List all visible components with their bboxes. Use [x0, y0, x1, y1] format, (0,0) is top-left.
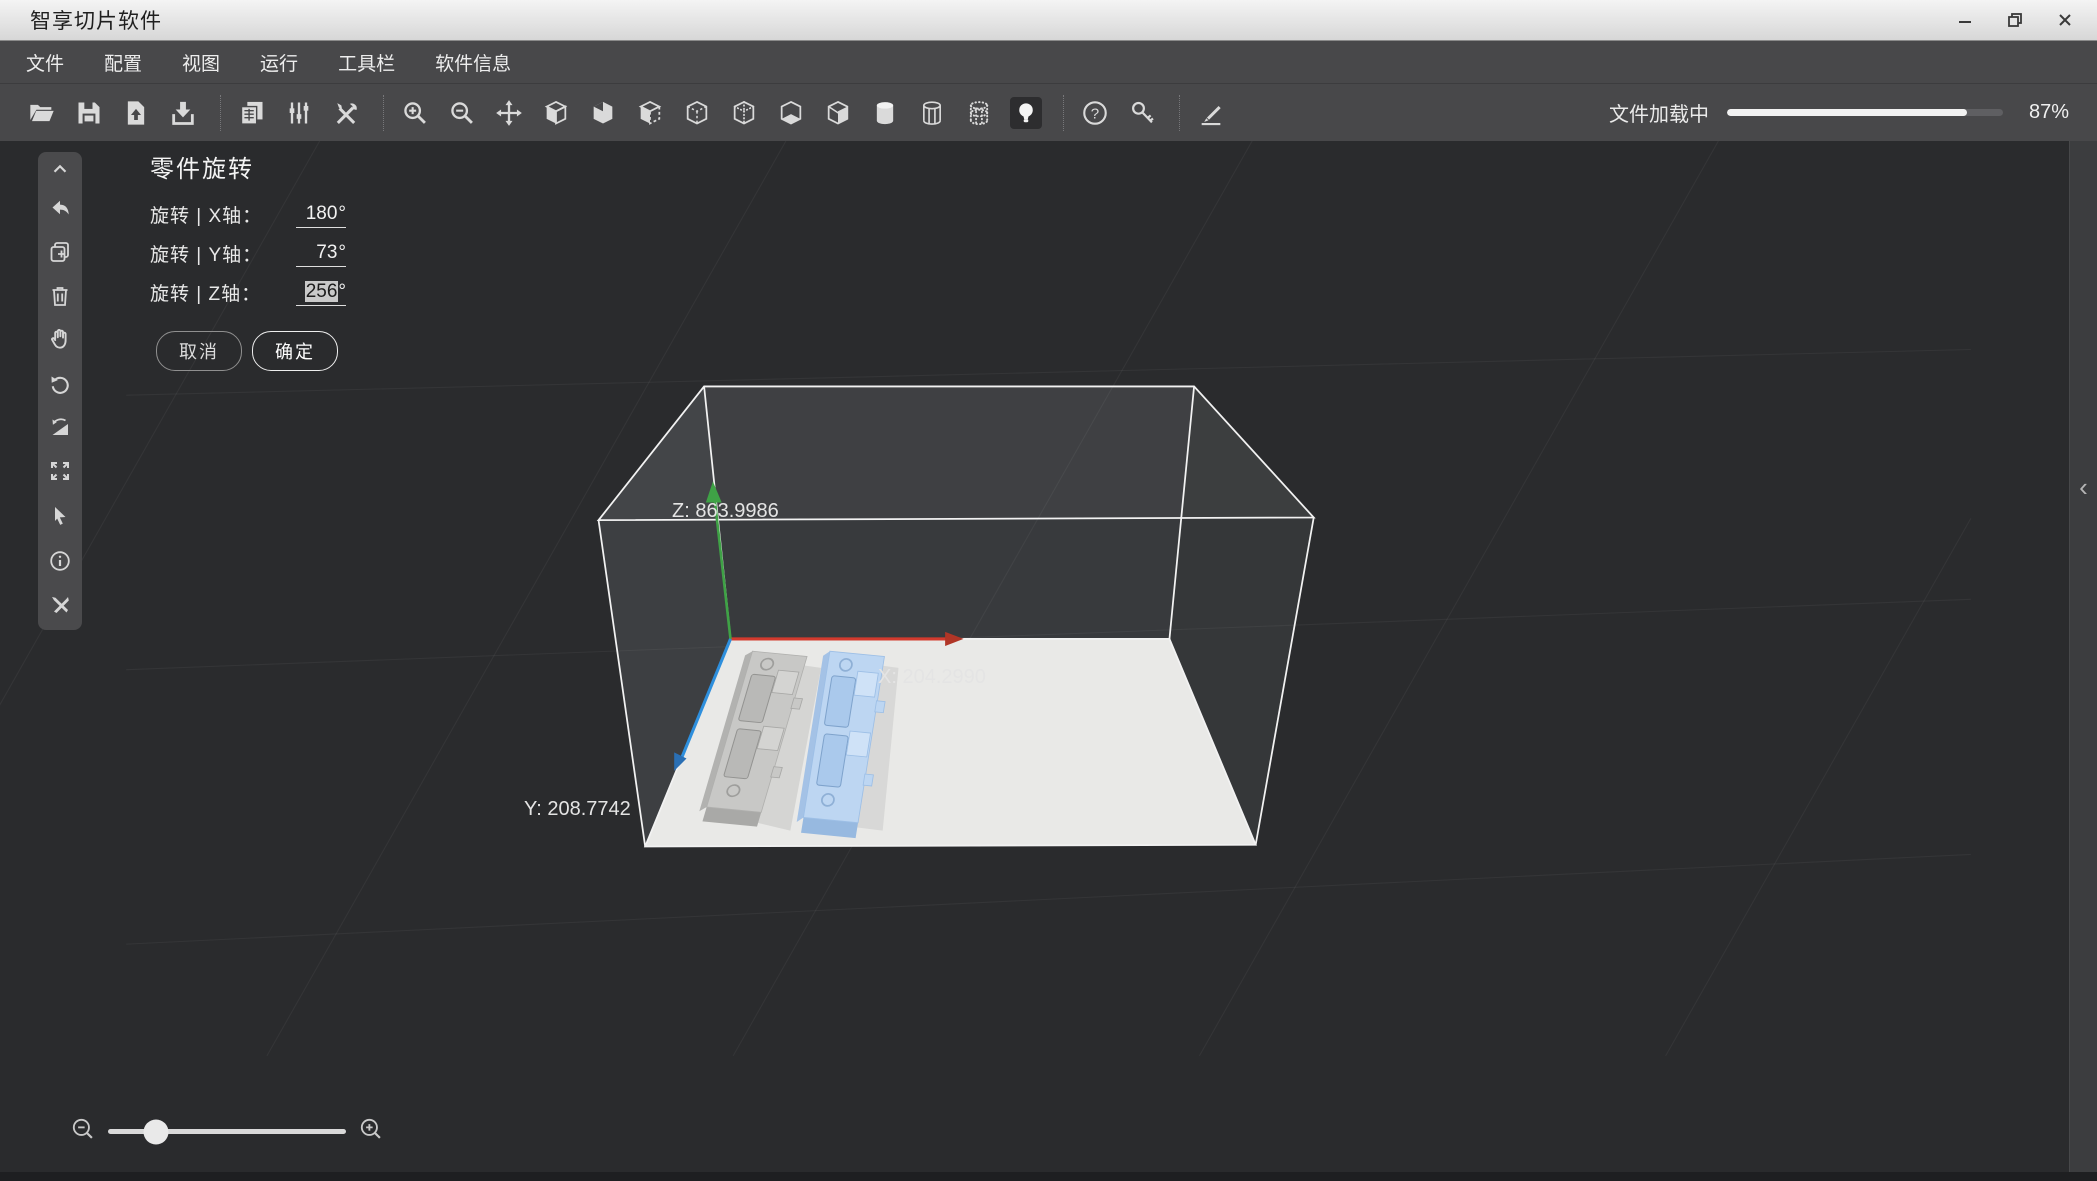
zoom-slider[interactable] [108, 1119, 346, 1144]
restore-icon [2008, 13, 2022, 27]
select-cursor-icon[interactable] [48, 504, 72, 528]
loading-label: 文件加载中 [1609, 104, 1709, 126]
viewport-zoom-control [70, 1116, 384, 1147]
mirror-flip-icon[interactable] [48, 416, 72, 440]
axis-label-y: Y: 208.7742 [524, 798, 631, 820]
zoom-out-icon[interactable] [446, 97, 478, 129]
rotation-z-label: 旋转 | Z轴： [150, 284, 262, 305]
zoom-out-icon[interactable] [70, 1116, 96, 1147]
zoom-slider-thumb[interactable] [143, 1119, 169, 1144]
svg-text:?: ? [1091, 105, 1099, 122]
move-model-icon[interactable] [493, 97, 525, 129]
info-icon[interactable] [48, 549, 72, 573]
menu-bar: 文件 配置 视图 运行 工具栏 软件信息 [0, 41, 2097, 84]
rotation-row-x: 旋转 | X轴： 180° [150, 201, 346, 228]
tools-settings-icon[interactable] [330, 97, 362, 129]
file-loading-status: 文件加载中 87% [1609, 84, 2069, 141]
side-toolbar [38, 152, 82, 630]
undo-icon[interactable] [48, 197, 72, 221]
menu-software-info[interactable]: 软件信息 [415, 41, 531, 83]
open-file-icon[interactable] [26, 97, 58, 129]
title-bar: 智享切片软件 [0, 0, 2097, 41]
menu-file[interactable]: 文件 [0, 41, 84, 83]
view-cube-solid-icon[interactable] [540, 97, 572, 129]
light-toggle-icon[interactable] [1010, 96, 1042, 129]
view-open-box-icon[interactable] [634, 97, 666, 129]
toolbar-separator [1063, 94, 1065, 131]
duplicate-add-icon[interactable] [48, 240, 72, 264]
axis-label-x: X: 204.2990 [878, 666, 986, 688]
bottom-edge-bar [0, 1172, 2097, 1181]
rotation-x-input[interactable]: 180° [296, 203, 346, 228]
rotation-x-label: 旋转 | X轴： [150, 206, 263, 227]
part-rotation-panel: 零件旋转 旋转 | X轴： 180° 旋转 | Y轴： 73° 旋转 | Z轴：… [150, 149, 346, 371]
minimize-button[interactable] [1951, 6, 1979, 34]
menu-config[interactable]: 配置 [84, 41, 162, 83]
window-controls [1951, 0, 2079, 40]
selected-value: 256 [304, 281, 339, 302]
loading-percent: 87% [2028, 101, 2069, 123]
help-icon[interactable]: ? [1079, 97, 1111, 129]
close-button[interactable] [2051, 6, 2079, 34]
rotate-view-icon[interactable] [48, 373, 72, 397]
degree-symbol: ° [338, 281, 346, 302]
repair-tools-icon[interactable] [48, 593, 72, 617]
rotation-panel-buttons: 取消 确定 [156, 331, 338, 371]
view-half-shaded-icon[interactable] [822, 97, 854, 129]
degree-symbol: ° [338, 203, 346, 224]
cylinder-points-icon[interactable] [963, 97, 995, 129]
view-open-bottom-icon[interactable] [775, 97, 807, 129]
panel-title: 零件旋转 [150, 156, 254, 183]
toolbar-separator [220, 94, 222, 131]
export-download-icon[interactable] [167, 97, 199, 129]
fit-expand-icon[interactable] [48, 459, 72, 483]
rotation-z-input[interactable]: 256° [296, 281, 346, 306]
view-dashed-box-icon[interactable] [681, 97, 713, 129]
minimize-icon [1959, 21, 1971, 23]
right-panel-strip: ‹ [2069, 141, 2097, 1172]
save-file-icon[interactable] [73, 97, 105, 129]
degree-symbol: ° [338, 242, 346, 263]
confirm-button[interactable]: 确定 [252, 331, 338, 371]
license-key-icon[interactable] [1126, 97, 1158, 129]
loading-progress-fill [1727, 109, 1968, 116]
collapse-up-icon[interactable] [48, 157, 72, 181]
cylinder-wireframe-icon[interactable] [916, 97, 948, 129]
toolbar-separator [383, 94, 385, 131]
cylinder-solid-icon[interactable] [869, 97, 901, 129]
pan-hand-icon[interactable] [48, 327, 72, 351]
import-model-icon[interactable] [120, 97, 152, 129]
window-title: 智享切片软件 [30, 10, 162, 33]
rotation-row-z: 旋转 | Z轴： 256° [150, 279, 346, 306]
close-icon [2059, 14, 2071, 26]
rotation-row-y: 旋转 | Y轴： 73° [150, 240, 346, 267]
annotate-pen-icon[interactable] [1195, 97, 1227, 129]
restore-button[interactable] [2001, 6, 2029, 34]
loading-progress-bar [1727, 109, 2003, 116]
delete-trash-icon[interactable] [48, 284, 72, 308]
axis-label-z: Z: 863.9986 [672, 500, 779, 522]
menu-run[interactable]: 运行 [240, 41, 318, 83]
zoom-in-icon[interactable] [358, 1116, 384, 1147]
3d-viewport[interactable]: Z: 863.9986 X: 204.2990 Y: 208.7742 零件旋转… [0, 141, 2097, 1172]
slice-report-icon[interactable] [236, 97, 268, 129]
toolbar-separator [1179, 94, 1181, 131]
application-window: 智享切片软件 文件 配置 视图 运行 工具栏 软件信息 ? 文件加载中 87% … [0, 0, 2097, 1181]
menu-toolbar[interactable]: 工具栏 [318, 41, 415, 83]
rotation-y-label: 旋转 | Y轴： [150, 245, 263, 266]
view-cube-corner-icon[interactable] [587, 97, 619, 129]
view-dotted-box-icon[interactable] [728, 97, 760, 129]
parameter-sliders-icon[interactable] [283, 97, 315, 129]
expand-panel-chevron[interactable]: ‹ [2079, 474, 2088, 500]
zoom-in-icon[interactable] [399, 97, 431, 129]
rotation-y-input[interactable]: 73° [296, 242, 346, 267]
cancel-button[interactable]: 取消 [156, 331, 242, 371]
menu-view[interactable]: 视图 [162, 41, 240, 83]
